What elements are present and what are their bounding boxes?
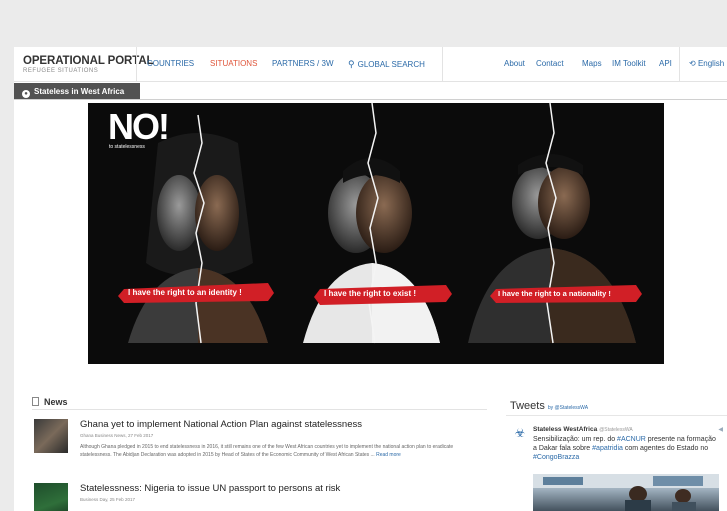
nav-divider (679, 47, 680, 82)
language-selector[interactable]: ⟲ English (689, 59, 724, 68)
tweet-author-name: Stateless WestAfrica (533, 426, 598, 433)
article-meta: Ghana Business News, 27 Feb 2017 (80, 433, 154, 438)
globe-icon: ⟲ (689, 59, 696, 68)
campaign-banner: NO! to statelessness I have the right to… (88, 103, 664, 364)
news-heading: News (32, 397, 68, 407)
hashtag-link[interactable]: #CongoBrazza (533, 454, 579, 461)
link-api[interactable]: API (659, 59, 672, 68)
unhcr-logo-icon[interactable]: ☣ (512, 426, 528, 442)
hashtag-link[interactable]: #ACNUR (617, 436, 646, 443)
portrait-woman (128, 133, 268, 343)
nav-divider (136, 47, 137, 82)
top-navigation: OPERATIONAL PORTAL REFUGEE SITUATIONS CO… (14, 47, 727, 82)
page: OPERATIONAL PORTAL REFUGEE SITUATIONS CO… (14, 47, 727, 511)
link-maps[interactable]: Maps (582, 59, 602, 68)
read-more-link[interactable]: Read more (376, 452, 401, 458)
nav-divider (442, 47, 443, 82)
tweet-text-part: com agentes do Estado no (622, 445, 709, 452)
tweet-photo[interactable] (533, 474, 719, 511)
no-campaign-logo: NO! (108, 106, 170, 147)
link-about[interactable]: About (504, 59, 525, 68)
ribbon-text: I have the right to a nationality ! (498, 289, 611, 298)
link-contact[interactable]: Contact (536, 59, 564, 68)
banner-illustration (118, 103, 642, 344)
search-icon: ⚲ (348, 59, 355, 69)
logo-subtitle: to statelessness (109, 144, 145, 150)
tweet-text: Sensibilização: um rep. do #ACNUR presen… (533, 435, 719, 462)
ribbon-text: I have the right to an identity ! (128, 288, 242, 297)
article-title[interactable]: Statelessness: Nigeria to issue UN passp… (80, 483, 340, 494)
hashtag-link[interactable]: #apatridia (592, 445, 623, 452)
tweets-title: Tweets (510, 400, 545, 412)
breadcrumb-divider (14, 99, 727, 100)
article-title[interactable]: Ghana yet to implement National Action P… (80, 419, 362, 430)
article-thumbnail[interactable] (34, 483, 68, 511)
document-icon (32, 397, 39, 406)
brand-title: OPERATIONAL PORTAL (23, 55, 154, 67)
tweet-author[interactable]: Stateless WestAfrica @StatelessWA (533, 426, 633, 433)
nav-global-search[interactable]: ⚲ GLOBAL SEARCH (348, 59, 425, 70)
tweet-text-part: Sensibilização: um rep. do (533, 436, 618, 443)
portal-logo[interactable]: OPERATIONAL PORTAL REFUGEE SITUATIONS (23, 55, 154, 75)
twitter-bird-icon: ◀ (718, 427, 723, 433)
nav-partners[interactable]: PARTNERS / 3W (272, 59, 334, 68)
ribbon-text: I have the right to exist ! (324, 289, 417, 298)
breadcrumb-label: Stateless in West Africa (34, 87, 125, 96)
news-divider (32, 409, 487, 410)
link-im-toolkit[interactable]: IM Toolkit (612, 59, 646, 68)
article-thumbnail[interactable] (34, 419, 68, 453)
globe-icon: ● (22, 90, 30, 98)
tweet-handle: @StatelessWA (599, 427, 633, 433)
news-heading-label: News (44, 397, 68, 407)
brand-subtitle: REFUGEE SITUATIONS (23, 68, 99, 74)
nav-situations[interactable]: SITUATIONS (210, 59, 257, 68)
nav-countries[interactable]: COUNTRIES (147, 59, 194, 68)
language-label: English (697, 59, 725, 68)
breadcrumb[interactable]: ● Stateless in West Africa (14, 83, 140, 100)
tweet-card: ☣ Stateless WestAfrica @StatelessWA ◀ Sen… (506, 415, 727, 511)
article-meta: Business Day, 25 Feb 2017 (80, 497, 135, 502)
tweets-by[interactable]: by @StatelessWA (548, 405, 588, 411)
tweet-photo-scene (533, 474, 719, 511)
global-search-label: GLOBAL SEARCH (357, 60, 425, 69)
article-excerpt: Although Ghana pledged in 2015 to end st… (80, 443, 485, 459)
tweets-heading: Tweets by @StatelessWA (510, 400, 588, 412)
